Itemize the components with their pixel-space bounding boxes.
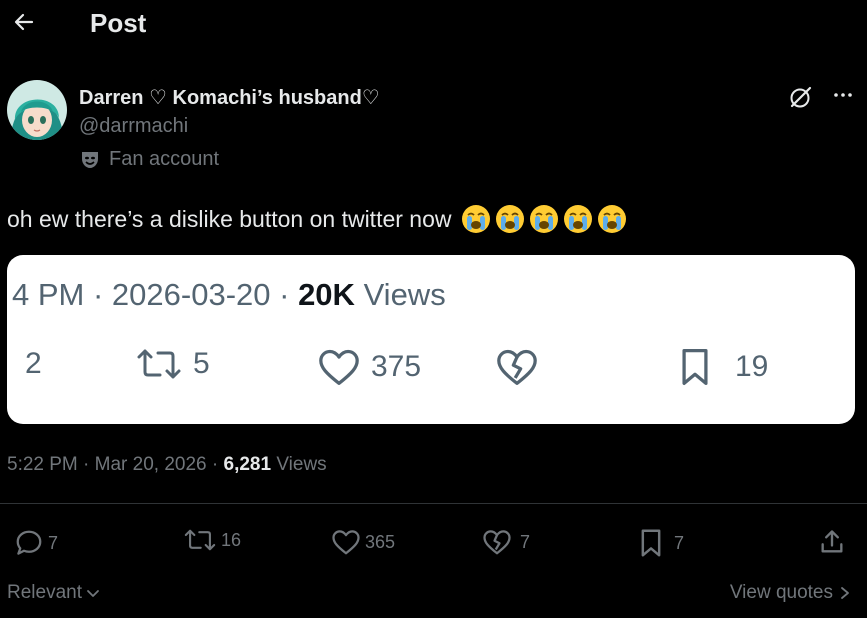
- chevron-right-icon: [841, 587, 849, 599]
- reply-bubble-icon: [16, 530, 42, 555]
- card-dislike-stat: [495, 347, 539, 387]
- tweet-text: oh ew there’s a dislike button on twitte…: [7, 203, 628, 235]
- bookmark-count: 7: [674, 532, 685, 553]
- card-repost-stat: 5: [135, 347, 210, 381]
- repost-icon: [137, 349, 181, 379]
- tweet-body: oh ew there’s a dislike button on twitte…: [7, 205, 452, 232]
- grok-icon: [790, 86, 812, 108]
- grok-button[interactable]: [786, 82, 816, 112]
- post-timestamp: 5:22 PM · Mar 20, 2026 · 6,281 Views: [7, 454, 327, 476]
- attached-image-card[interactable]: 4 PM · 2026-03-20 · 20K Views 2 5 375 19: [7, 255, 855, 424]
- avatar[interactable]: [7, 80, 67, 140]
- loudly-crying-face-icon: [461, 205, 490, 233]
- like-button[interactable]: 365: [331, 528, 395, 556]
- card-views-label: Views: [363, 277, 446, 312]
- card-repost-count: 5: [193, 347, 210, 380]
- broken-heart-icon: [497, 349, 537, 385]
- card-separator: ·: [92, 277, 112, 312]
- post-views-count: 6,281: [223, 454, 272, 475]
- repost-count: 16: [221, 529, 242, 550]
- author-handle[interactable]: @darrmachi: [79, 115, 188, 138]
- chevron-down-icon: [87, 590, 99, 597]
- card-reply-stat: 2: [25, 347, 42, 381]
- theater-masks-icon: [82, 151, 98, 168]
- card-action-bar: 2 5 375 19: [7, 347, 855, 397]
- like-count: 365: [365, 531, 396, 552]
- card-bookmark-count: 19: [735, 350, 769, 383]
- reply-count: 7: [48, 532, 59, 553]
- reply-button[interactable]: 7: [14, 528, 58, 558]
- post-time[interactable]: 5:22 PM: [7, 454, 78, 475]
- view-quotes-label: View quotes: [729, 582, 833, 603]
- fan-account-label: Fan account: [109, 148, 220, 170]
- card-time: 4 PM: [12, 277, 85, 312]
- card-bookmark-stat: 19: [677, 347, 768, 387]
- post-date[interactable]: Mar 20, 2026: [95, 454, 207, 475]
- arrow-left-icon: [14, 13, 34, 31]
- repost-icon: [184, 529, 216, 551]
- repost-button[interactable]: 16: [183, 528, 241, 552]
- back-button[interactable]: [8, 6, 40, 38]
- heart-icon: [319, 349, 359, 385]
- sort-replies-dropdown[interactable]: Relevant: [7, 582, 101, 604]
- meta-separator: ·: [83, 454, 95, 475]
- loudly-crying-face-icon: [563, 205, 592, 233]
- dislike-count: 7: [520, 531, 531, 552]
- share-button[interactable]: [818, 528, 846, 556]
- more-dots-icon: [834, 93, 852, 97]
- bookmark-button[interactable]: 7: [638, 528, 684, 558]
- card-separator: ·: [279, 277, 299, 312]
- more-options-button[interactable]: [830, 82, 856, 108]
- bookmark-icon: [641, 529, 661, 557]
- card-views-count: 20K: [298, 277, 355, 312]
- bookmark-icon: [682, 349, 708, 385]
- loudly-crying-face-icon: [597, 205, 626, 233]
- heart-icon: [332, 530, 360, 555]
- view-quotes-link[interactable]: View quotes: [730, 582, 851, 604]
- page-title: Post: [90, 8, 147, 38]
- card-date: 2026-03-20: [111, 277, 271, 312]
- card-meta: 4 PM · 2026-03-20 · 20K Views: [12, 277, 446, 313]
- sort-label: Relevant: [7, 582, 82, 603]
- fan-account-badge: Fan account: [79, 148, 219, 171]
- action-bar: 7 16 365 7 7: [0, 528, 867, 564]
- emoji-group: [460, 203, 628, 235]
- loudly-crying-face-icon: [529, 205, 558, 233]
- meta-separator: ·: [211, 454, 224, 475]
- dislike-button[interactable]: 7: [482, 528, 530, 556]
- card-like-stat: 375: [317, 347, 421, 387]
- top-bar: Post: [0, 0, 867, 50]
- card-like-count: 375: [371, 350, 422, 383]
- divider: [0, 503, 867, 504]
- loudly-crying-face-icon: [495, 205, 524, 233]
- card-reply-count: 2: [25, 347, 42, 380]
- post-views-label: Views: [276, 454, 327, 475]
- share-upload-icon: [821, 530, 843, 553]
- broken-heart-icon: [483, 530, 511, 555]
- author-name[interactable]: Darren ♡ Komachi’s husband♡: [79, 85, 380, 110]
